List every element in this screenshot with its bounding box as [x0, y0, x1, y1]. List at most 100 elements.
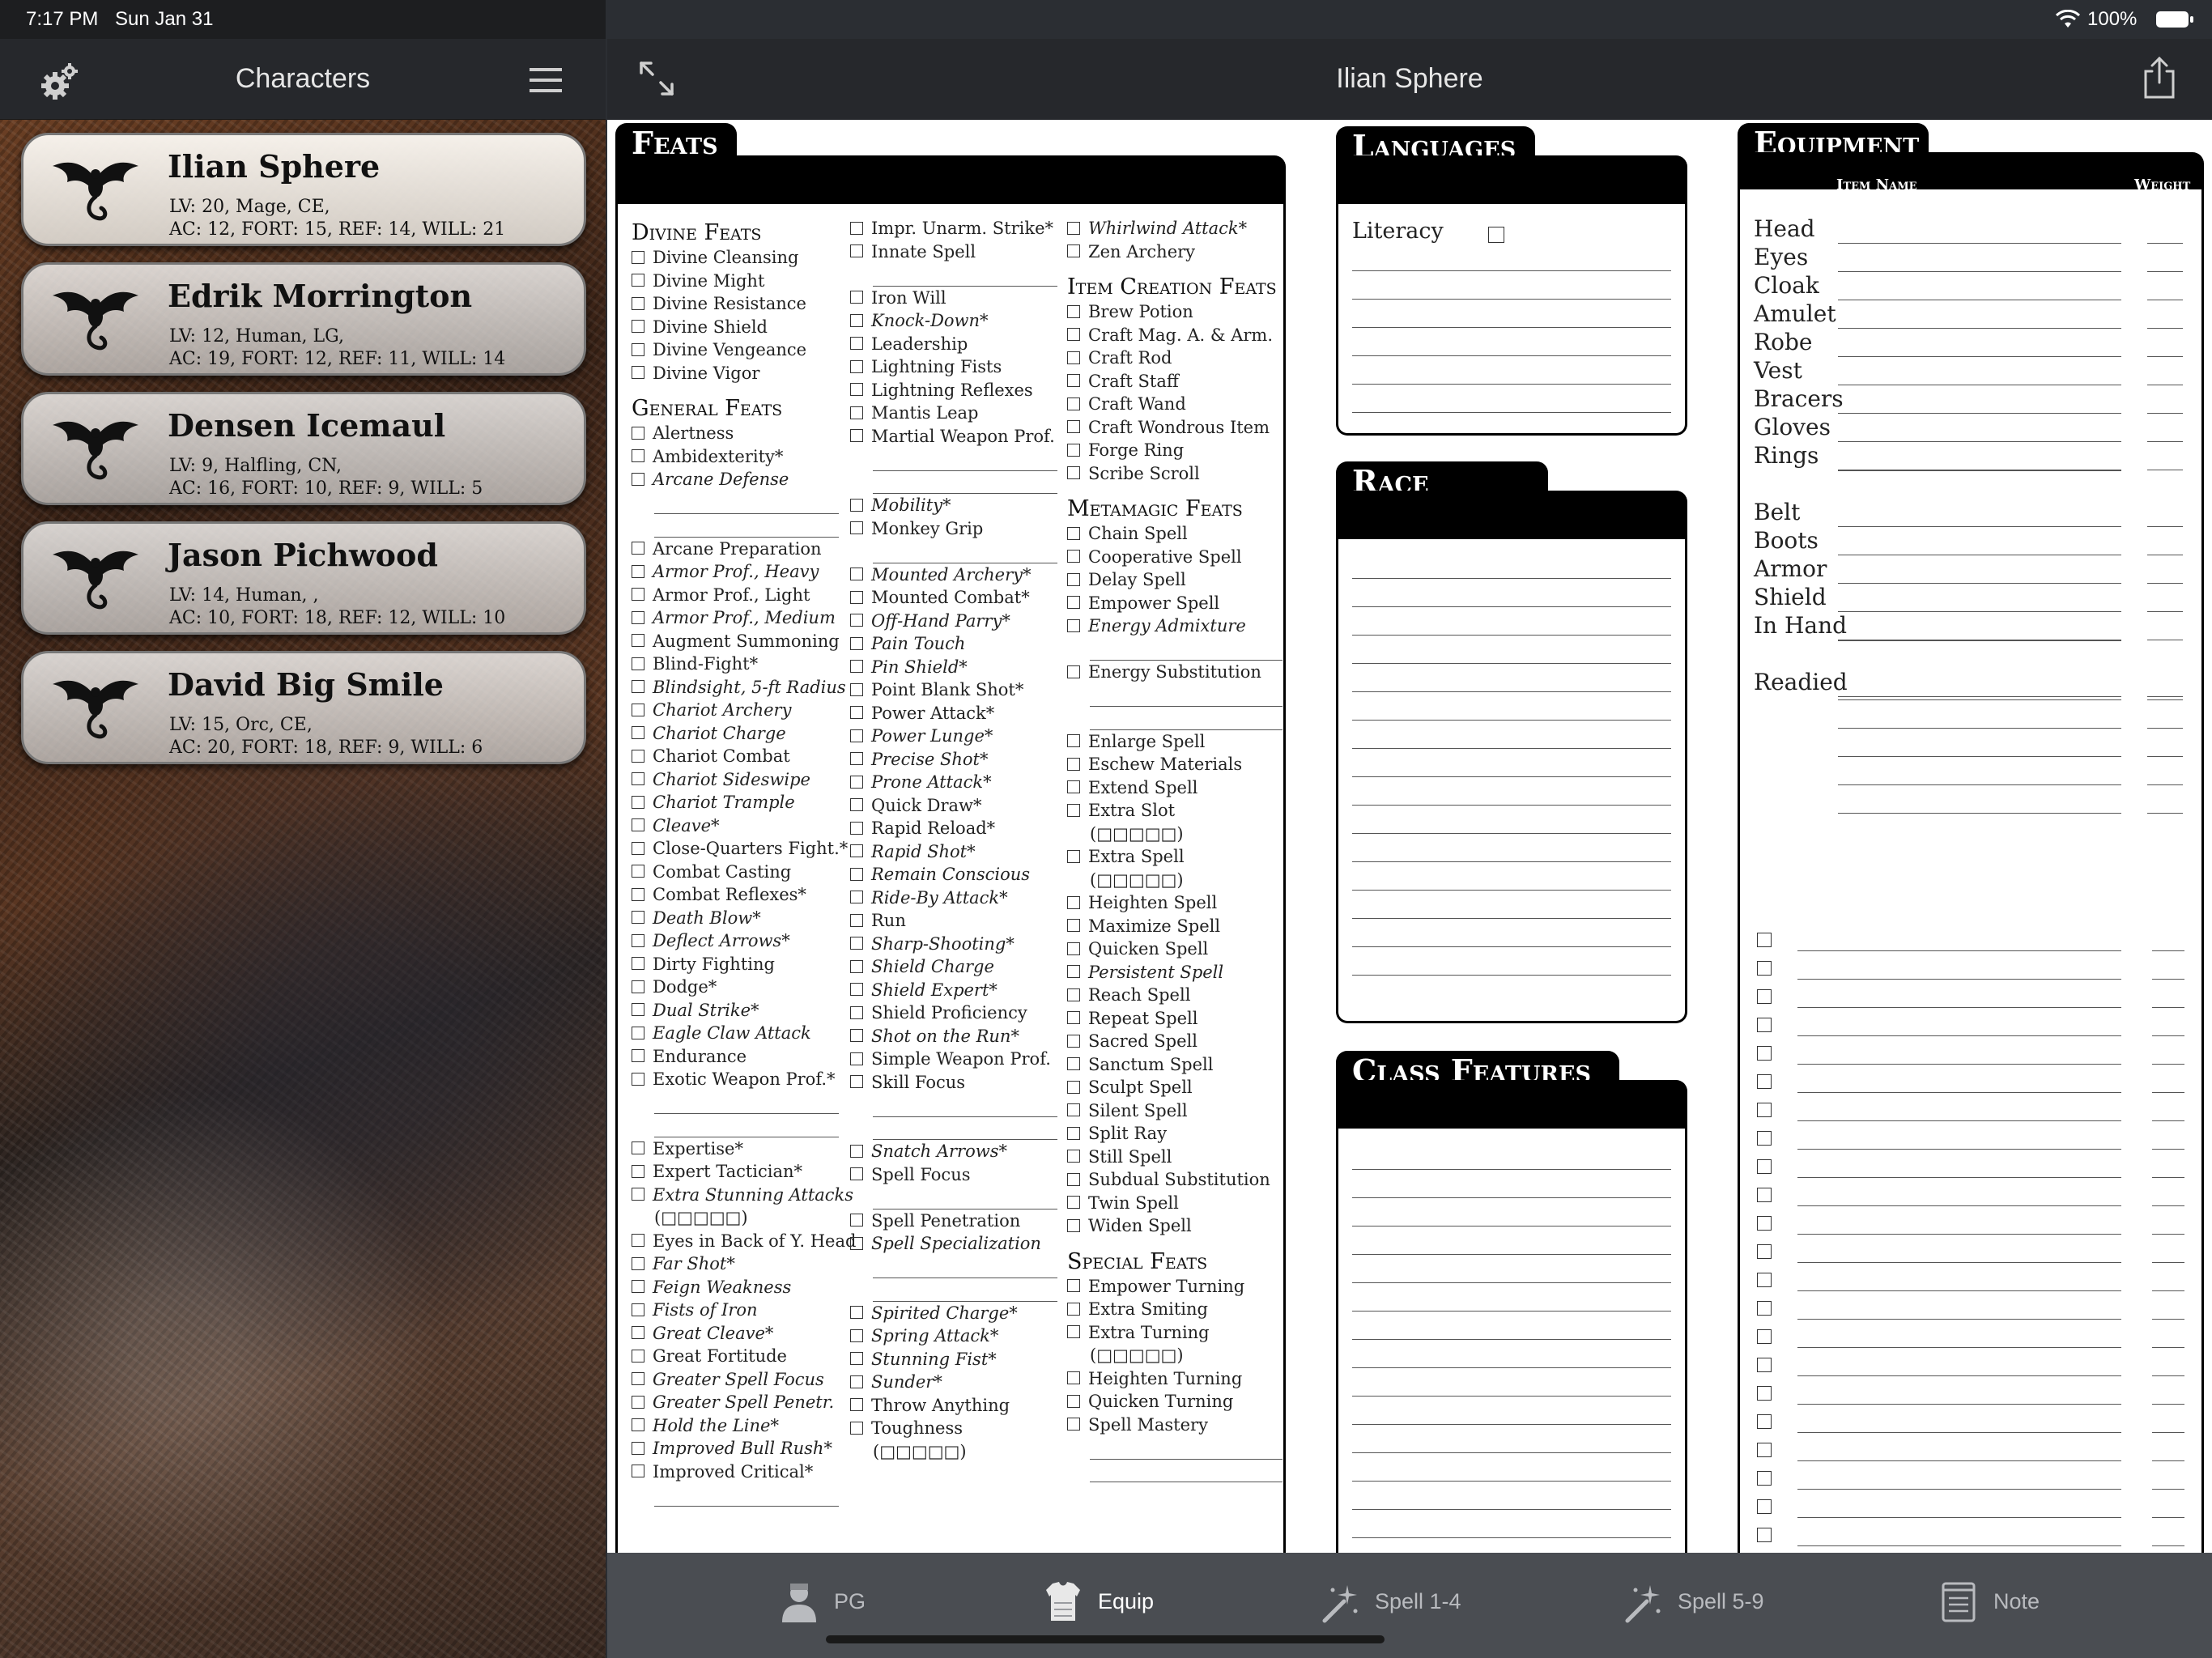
feat-checkbox[interactable]	[632, 749, 644, 763]
feat-item[interactable]: Sunder*	[850, 1371, 1061, 1394]
race-trait-line[interactable]	[1352, 918, 1671, 919]
feat-item[interactable]: Forge Ring	[1067, 439, 1286, 462]
feat-checkbox[interactable]	[632, 342, 644, 356]
feat-item[interactable]: Blind-Fight*	[632, 653, 842, 676]
feat-checkbox[interactable]	[1067, 895, 1080, 909]
feat-item[interactable]: Divine Vigor	[632, 362, 842, 385]
feat-checkbox[interactable]	[1067, 466, 1080, 479]
character-card[interactable]: Jason Pichwood LV: 14, Human, , AC: 10, FO…	[21, 521, 586, 635]
equipment-row-line[interactable]	[1797, 1545, 2121, 1546]
feat-checkbox[interactable]	[632, 472, 644, 486]
feat-item[interactable]: Extra Smiting	[1067, 1298, 1286, 1321]
feat-item[interactable]: Snatch Arrows*	[850, 1140, 1061, 1163]
feat-item[interactable]: Deflect Arrows*	[632, 929, 842, 953]
feat-item[interactable]: Power Attack*	[850, 702, 1061, 725]
feat-uses-boxes[interactable]: (□□□□□)	[850, 1440, 1061, 1464]
feat-checkbox[interactable]	[1067, 550, 1080, 563]
equipment-row-weight-line[interactable]	[2152, 1432, 2184, 1433]
feat-checkbox[interactable]	[632, 1465, 644, 1477]
feat-checkbox[interactable]	[1067, 1011, 1080, 1024]
feat-item[interactable]: Precise Shot*	[850, 748, 1061, 772]
feat-checkbox[interactable]	[850, 1329, 863, 1342]
class-feature-line[interactable]	[1352, 1311, 1671, 1312]
equipment-row-weight-line[interactable]	[2152, 1319, 2184, 1320]
feat-checkbox[interactable]	[632, 274, 644, 287]
equipment-row-line[interactable]	[1797, 1489, 2121, 1490]
equipment-weight-line[interactable]	[2147, 441, 2183, 442]
feat-blank-line[interactable]	[873, 1278, 1057, 1302]
equipment-row-line[interactable]	[1797, 1149, 2121, 1150]
feat-item[interactable]: Chariot Sideswipe	[632, 768, 842, 792]
feat-item[interactable]: Rapid Reload*	[850, 817, 1061, 840]
equipment-row-weight-line[interactable]	[2152, 1489, 2184, 1490]
feat-item[interactable]: Endurance	[632, 1045, 842, 1069]
class-feature-line[interactable]	[1352, 1537, 1671, 1538]
race-trait-line[interactable]	[1352, 975, 1671, 976]
feat-blank-line[interactable]	[1090, 1436, 1283, 1460]
feat-item[interactable]: Far Shot*	[632, 1252, 842, 1276]
equipment-row-checkbox[interactable]	[1757, 1131, 1772, 1146]
feat-item[interactable]: Still Spell	[1067, 1146, 1286, 1169]
feat-checkbox[interactable]	[632, 841, 644, 855]
feat-item[interactable]: Run	[850, 909, 1061, 933]
equipment-item-line[interactable]	[1838, 470, 2121, 471]
feat-item[interactable]: Divine Vengeance	[632, 338, 842, 362]
feat-checkbox[interactable]	[850, 959, 863, 973]
feat-blank-line[interactable]	[873, 263, 1057, 287]
race-trait-line[interactable]	[1352, 606, 1671, 607]
feat-item[interactable]: Quick Draw*	[850, 794, 1061, 818]
feat-item[interactable]: Augment Summoning	[632, 630, 842, 653]
equipment-row-line[interactable]	[1797, 1319, 2121, 1320]
equipment-row-checkbox[interactable]	[1757, 1499, 1772, 1514]
character-card[interactable]: Ilian Sphere LV: 20, Mage, CE, AC: 12, FOR…	[21, 133, 586, 246]
feat-item[interactable]: Extend Spell	[1067, 776, 1286, 800]
equipment-row-line[interactable]	[1797, 1035, 2121, 1036]
feat-checkbox[interactable]	[850, 1075, 863, 1088]
feat-item[interactable]: Feign Weakness	[632, 1276, 842, 1299]
feat-checkbox[interactable]	[1067, 443, 1080, 457]
equipment-row-checkbox[interactable]	[1757, 961, 1772, 976]
feat-checkbox[interactable]	[1067, 572, 1080, 586]
feat-item[interactable]: Widen Spell	[1067, 1214, 1286, 1238]
feat-item[interactable]: Improved Critical*	[632, 1460, 842, 1484]
feat-item[interactable]: Heighten Spell	[1067, 891, 1286, 915]
equipment-row-line[interactable]	[1797, 1234, 2121, 1235]
feat-checkbox[interactable]	[850, 706, 863, 719]
equipment-item-line[interactable]	[1838, 728, 2121, 729]
feat-item[interactable]: Enlarge Spell	[1067, 730, 1286, 754]
feat-checkbox[interactable]	[850, 521, 863, 534]
language-line[interactable]	[1352, 270, 1671, 271]
feat-checkbox[interactable]	[850, 983, 863, 996]
equipment-row-line[interactable]	[1797, 1007, 2121, 1008]
feat-checkbox[interactable]	[850, 937, 863, 950]
feat-item[interactable]: Dirty Fighting	[632, 953, 842, 976]
language-line[interactable]	[1352, 384, 1671, 385]
equipment-row-checkbox[interactable]	[1757, 1414, 1772, 1429]
equipment-row-weight-line[interactable]	[2152, 1262, 2184, 1263]
feat-checkbox[interactable]	[1067, 1279, 1080, 1292]
equipment-row-weight-line[interactable]	[2152, 1517, 2184, 1518]
equipment-row-checkbox[interactable]	[1757, 1358, 1772, 1372]
feat-item[interactable]: Armor Prof., Light	[632, 584, 842, 607]
equipment-row-weight-line[interactable]	[2152, 1290, 2184, 1291]
feat-checkbox[interactable]	[850, 844, 863, 857]
feat-checkbox[interactable]	[850, 221, 863, 235]
feat-checkbox[interactable]	[850, 313, 863, 327]
feat-item[interactable]: Mounted Combat*	[850, 586, 1061, 610]
feat-checkbox[interactable]	[1067, 757, 1080, 771]
equipment-item-line[interactable]	[1838, 696, 2121, 697]
feat-checkbox[interactable]	[632, 426, 644, 440]
feat-checkbox[interactable]	[632, 320, 644, 333]
class-feature-line[interactable]	[1352, 1282, 1671, 1283]
feat-checkbox[interactable]	[850, 590, 863, 604]
equipment-item-line[interactable]	[1838, 640, 2121, 641]
feat-checkbox[interactable]	[850, 682, 863, 696]
class-feature-line[interactable]	[1352, 1169, 1671, 1170]
feat-checkbox[interactable]	[1067, 1034, 1080, 1048]
feat-item[interactable]: Remain Conscious	[850, 863, 1061, 886]
race-trait-line[interactable]	[1352, 635, 1671, 636]
feat-item[interactable]: Death Blow*	[632, 907, 842, 930]
feat-item[interactable]: Craft Wand	[1067, 393, 1286, 416]
feat-item[interactable]: Great Cleave*	[632, 1322, 842, 1346]
equipment-row-line[interactable]	[1797, 950, 2121, 951]
